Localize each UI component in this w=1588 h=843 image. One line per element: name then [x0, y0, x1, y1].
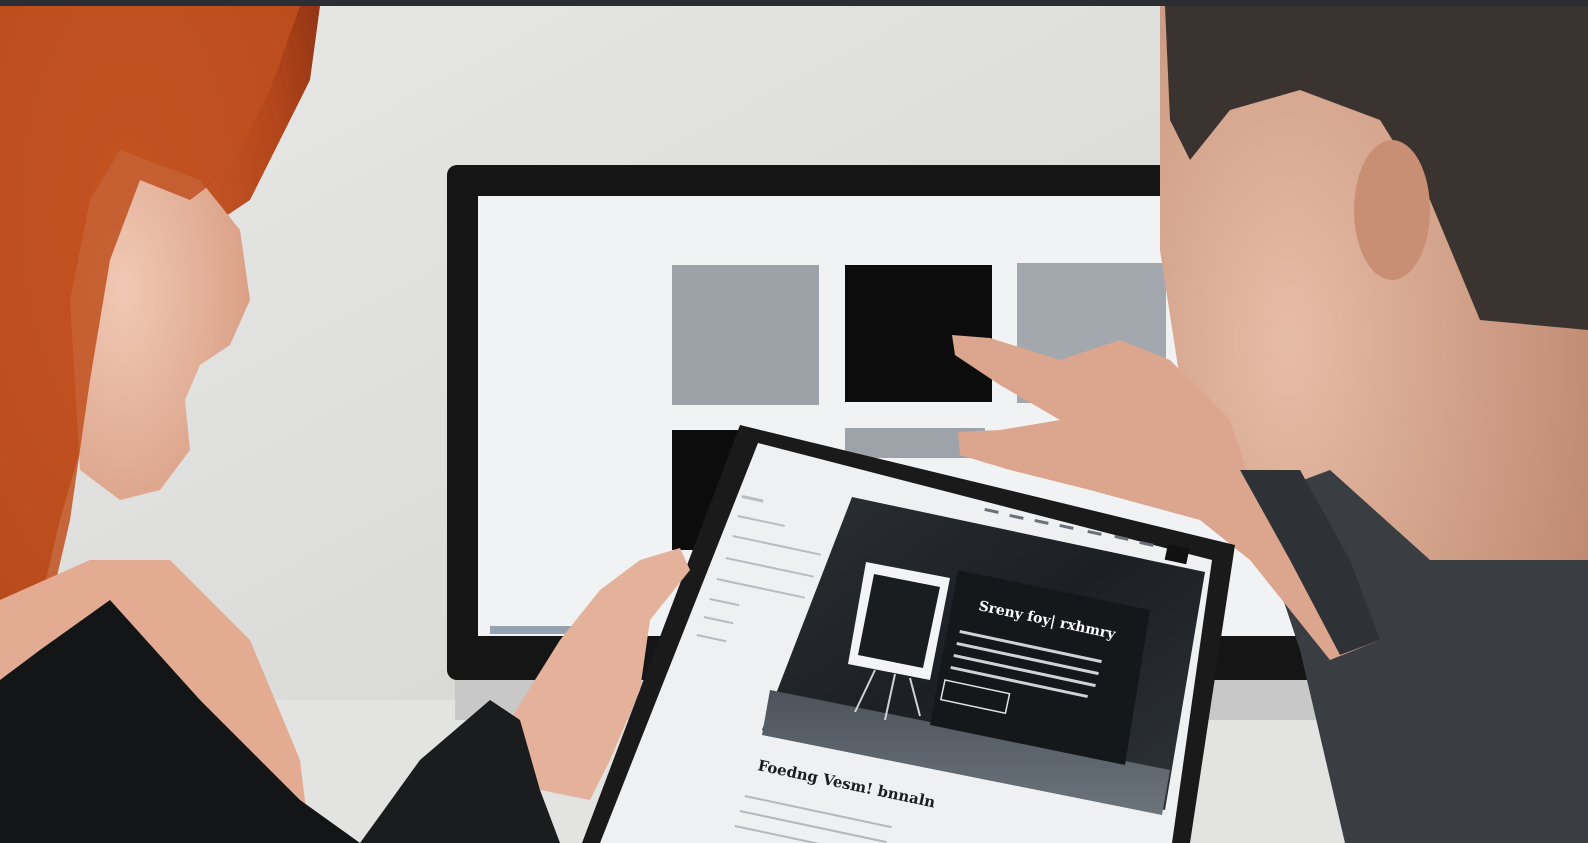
scene-illustration: Sreny foy| rxhmry Foedng Vesm! bnnaln [0, 6, 1588, 843]
photo-scene: Sreny foy| rxhmry Foedng Vesm! bnnaln [0, 0, 1588, 843]
